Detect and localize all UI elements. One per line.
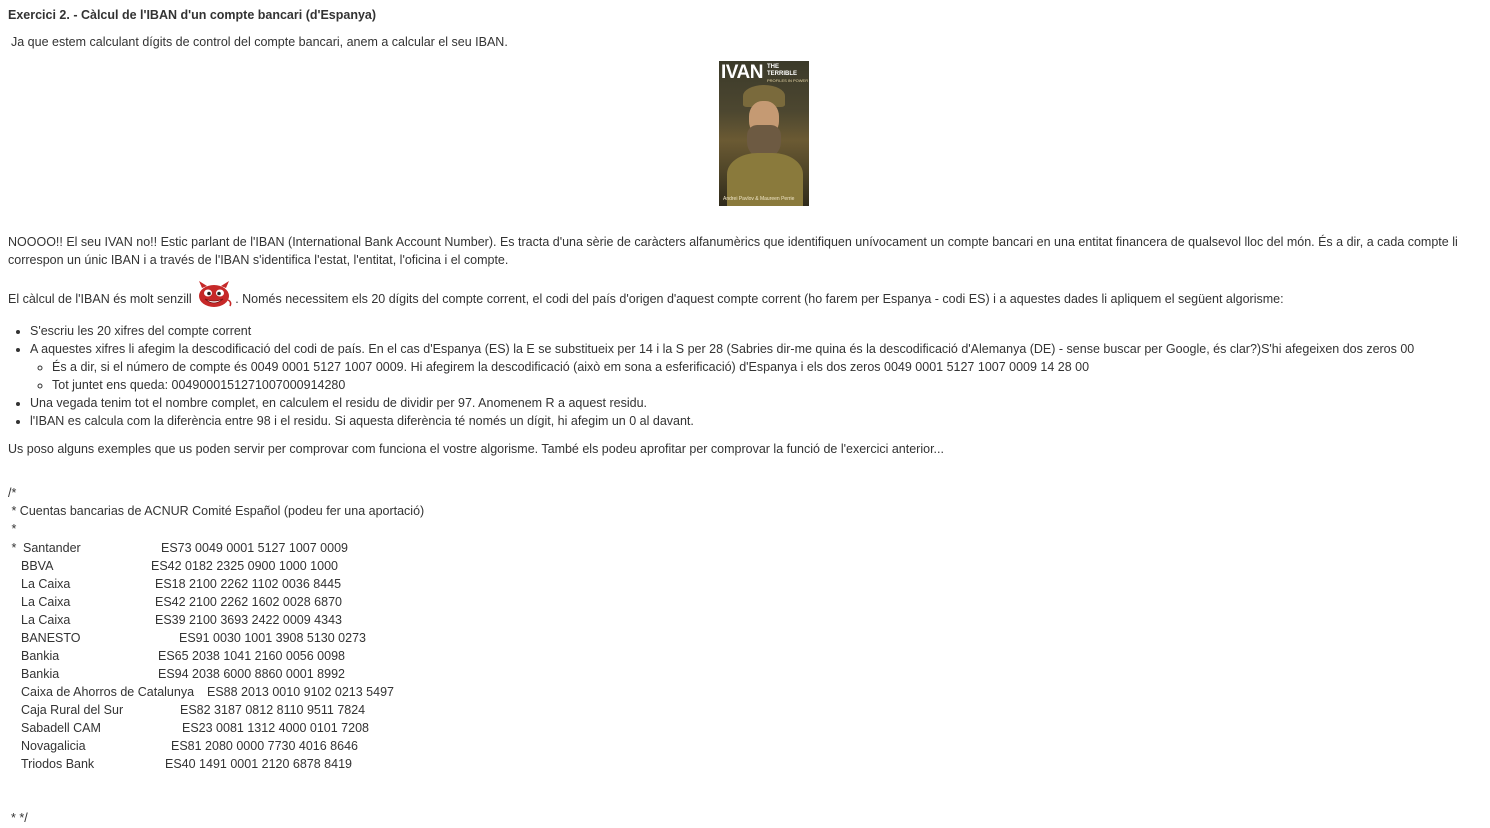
- sub-list: És a dir, si el número de compte és 0049…: [30, 358, 1414, 394]
- devil-smiley-icon: [197, 280, 233, 313]
- algorithm-steps-list: S'escriu les 20 xifres del compte corren…: [8, 322, 1414, 430]
- list-item: A aquestes xifres li afegim la descodifi…: [30, 340, 1414, 394]
- bank-iban: ES39 2100 3693 2422 0009 4343: [155, 613, 342, 627]
- bank-iban: ES40 1491 0001 2120 6878 8419: [165, 757, 352, 771]
- bank-iban: ES73 0049 0001 5127 1007 0009: [161, 541, 348, 555]
- bank-iban: ES65 2038 1041 2160 0056 0098: [158, 649, 345, 663]
- paragraph-algorithm-intro: El càlcul de l'IBAN és molt senzill . No…: [8, 281, 1284, 313]
- cover-subtitle: THE TERRIBLE: [767, 64, 797, 77]
- paragraph-algorithm-intro-after: . Només necessitem els 20 dígits del com…: [235, 291, 1284, 306]
- cover-series: PROFILES IN POWER: [767, 78, 809, 83]
- cover-authors: Andrei Pavlov & Maureen Perrie: [723, 196, 795, 202]
- list-item: S'escriu les 20 xifres del compte corren…: [30, 322, 1414, 340]
- paragraph-iban-explanation: NOOOO!! El seu IVAN no!! Estic parlant d…: [8, 235, 1458, 267]
- bank-name: Triodos Bank: [21, 757, 95, 771]
- sub-list-item: Tot juntet ens queda: 004900015127100700…: [52, 376, 1414, 394]
- bank-name: Caixa de Ahorros de Catalunya: [21, 685, 195, 699]
- bank-name: Santander: [23, 541, 81, 555]
- sub-list-item: És a dir, si el número de compte és 0049…: [52, 358, 1414, 376]
- bank-name: La Caixa: [21, 595, 71, 609]
- list-item: Una vegada tenim tot el nombre complet, …: [30, 394, 1414, 412]
- bank-iban: ES82 3187 0812 8110 9511 7824: [180, 703, 366, 717]
- bank-name: Novagalicia: [21, 739, 86, 753]
- book-cover-image: IVAN THE TERRIBLE PROFILES IN POWER Andr…: [719, 61, 809, 206]
- code-comment-close: * */: [11, 811, 28, 825]
- bank-name: Bankia: [21, 649, 60, 663]
- bank-iban: ES88 2013 0010 9102 0213 5497: [207, 685, 394, 699]
- bank-iban: ES42 0182 2325 0900 1000 1000: [151, 559, 338, 573]
- intro-text: Ja que estem calculant dígits de control…: [11, 35, 508, 49]
- page-title: Exercici 2. - Càlcul de l'IBAN d'un comp…: [8, 8, 377, 22]
- comment-star: *: [8, 541, 17, 555]
- list-item: l'IBAN es calcula com la diferència entr…: [30, 412, 1414, 430]
- bank-iban: ES18 2100 2262 1102 0036 8445: [155, 577, 342, 591]
- code-comment-header: /* * Cuentas bancarias de ACNUR Comité E…: [8, 486, 425, 536]
- cover-title: IVAN: [721, 62, 763, 83]
- paragraph-algorithm-intro-before: El càlcul de l'IBAN és molt senzill: [8, 291, 196, 306]
- bank-name: Bankia: [21, 667, 60, 681]
- bank-iban: ES91 0030 1001 3908 5130 0273: [179, 631, 366, 645]
- bank-iban: ES81 2080 0000 7730 4016 8646: [171, 739, 358, 753]
- bank-iban: ES23 0081 1312 4000 0101 7208: [182, 721, 369, 735]
- bank-name: La Caixa: [21, 577, 71, 591]
- bank-name: Sabadell CAM: [21, 721, 101, 735]
- bank-iban: ES42 2100 2262 1602 0028 6870: [155, 595, 342, 609]
- bank-name: BBVA: [21, 559, 54, 573]
- bank-name: La Caixa: [21, 613, 71, 627]
- bank-iban: ES94 2038 6000 8860 0001 8992: [158, 667, 345, 681]
- bank-name: Caja Rural del Sur: [21, 703, 124, 717]
- paragraph-examples: Us poso alguns exemples que us poden ser…: [8, 442, 944, 456]
- bank-name: BANESTO: [21, 631, 81, 645]
